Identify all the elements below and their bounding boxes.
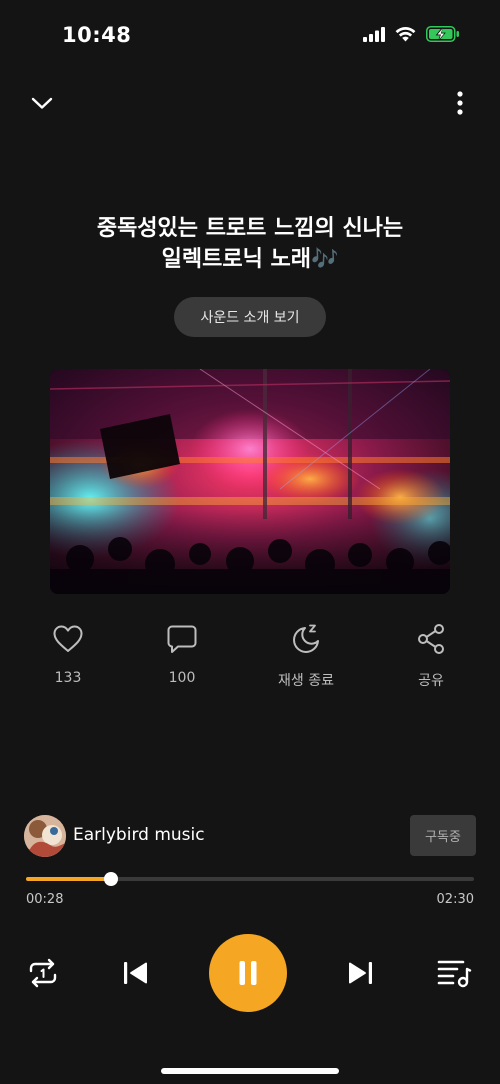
sleep-timer-button[interactable]: 재생 종료 xyxy=(261,622,351,690)
wifi-icon xyxy=(395,26,416,42)
total-time: 02:30 xyxy=(436,892,474,907)
battery-charging-icon xyxy=(426,26,459,42)
playback-controls xyxy=(0,934,500,1012)
track-title-line-1: 중독성있는 트로트 느낌의 신나는 xyxy=(96,216,404,241)
club-scene-artwork xyxy=(50,369,450,594)
playlist-button[interactable] xyxy=(436,956,472,990)
action-row: 133 100 재생 종료 공유 xyxy=(0,622,500,692)
playlist-icon xyxy=(437,960,472,988)
pause-icon xyxy=(239,961,257,985)
like-count: 133 xyxy=(54,670,82,686)
heart-icon xyxy=(53,625,83,652)
home-indicator[interactable] xyxy=(161,1068,339,1074)
sound-intro-button[interactable]: 사운드 소개 보기 xyxy=(174,297,326,337)
track-title: 중독성있는 트로트 느낌의 신나는 일렉트로닉 노래🎶 xyxy=(40,213,460,275)
signal-icon xyxy=(363,26,385,42)
progress-thumb[interactable] xyxy=(104,872,118,886)
share-icon xyxy=(418,624,444,654)
repeat-button[interactable] xyxy=(26,956,60,990)
progress-fill xyxy=(26,877,111,881)
artist-avatar-image xyxy=(24,815,66,857)
moon-sleep-icon xyxy=(293,624,319,653)
track-title-line-2: 일렉트로닉 노래🎶 xyxy=(161,247,339,272)
previous-button[interactable] xyxy=(119,956,153,990)
more-options-button[interactable] xyxy=(450,89,470,117)
status-bar: 10:48 xyxy=(0,0,500,75)
top-bar xyxy=(0,85,500,121)
artist-row: Earlybird music 구독중 xyxy=(24,814,476,857)
play-pause-button[interactable] xyxy=(209,934,287,1012)
like-button[interactable]: 133 xyxy=(23,622,113,686)
progress-slider[interactable] xyxy=(26,872,474,886)
chevron-down-icon xyxy=(31,97,53,109)
comment-count: 100 xyxy=(168,670,196,686)
share-label: 공유 xyxy=(418,673,444,689)
avatar[interactable] xyxy=(24,815,66,857)
artist-name[interactable]: Earlybird music xyxy=(73,825,205,845)
next-button[interactable] xyxy=(343,956,377,990)
status-time: 10:48 xyxy=(62,23,132,47)
skip-previous-icon xyxy=(124,962,147,984)
subscribe-button[interactable]: 구독중 xyxy=(410,815,476,856)
more-vertical-icon xyxy=(457,91,463,115)
sleep-timer-label: 재생 종료 xyxy=(278,673,334,689)
status-icons xyxy=(363,26,460,42)
share-button[interactable]: 공유 xyxy=(386,622,476,690)
repeat-one-icon xyxy=(29,958,57,988)
current-time: 00:28 xyxy=(26,892,64,907)
minimize-player-button[interactable] xyxy=(28,89,56,117)
album-cover-image xyxy=(50,369,450,594)
skip-next-icon xyxy=(349,962,372,984)
comment-icon xyxy=(167,625,197,653)
comment-button[interactable]: 100 xyxy=(137,622,227,686)
